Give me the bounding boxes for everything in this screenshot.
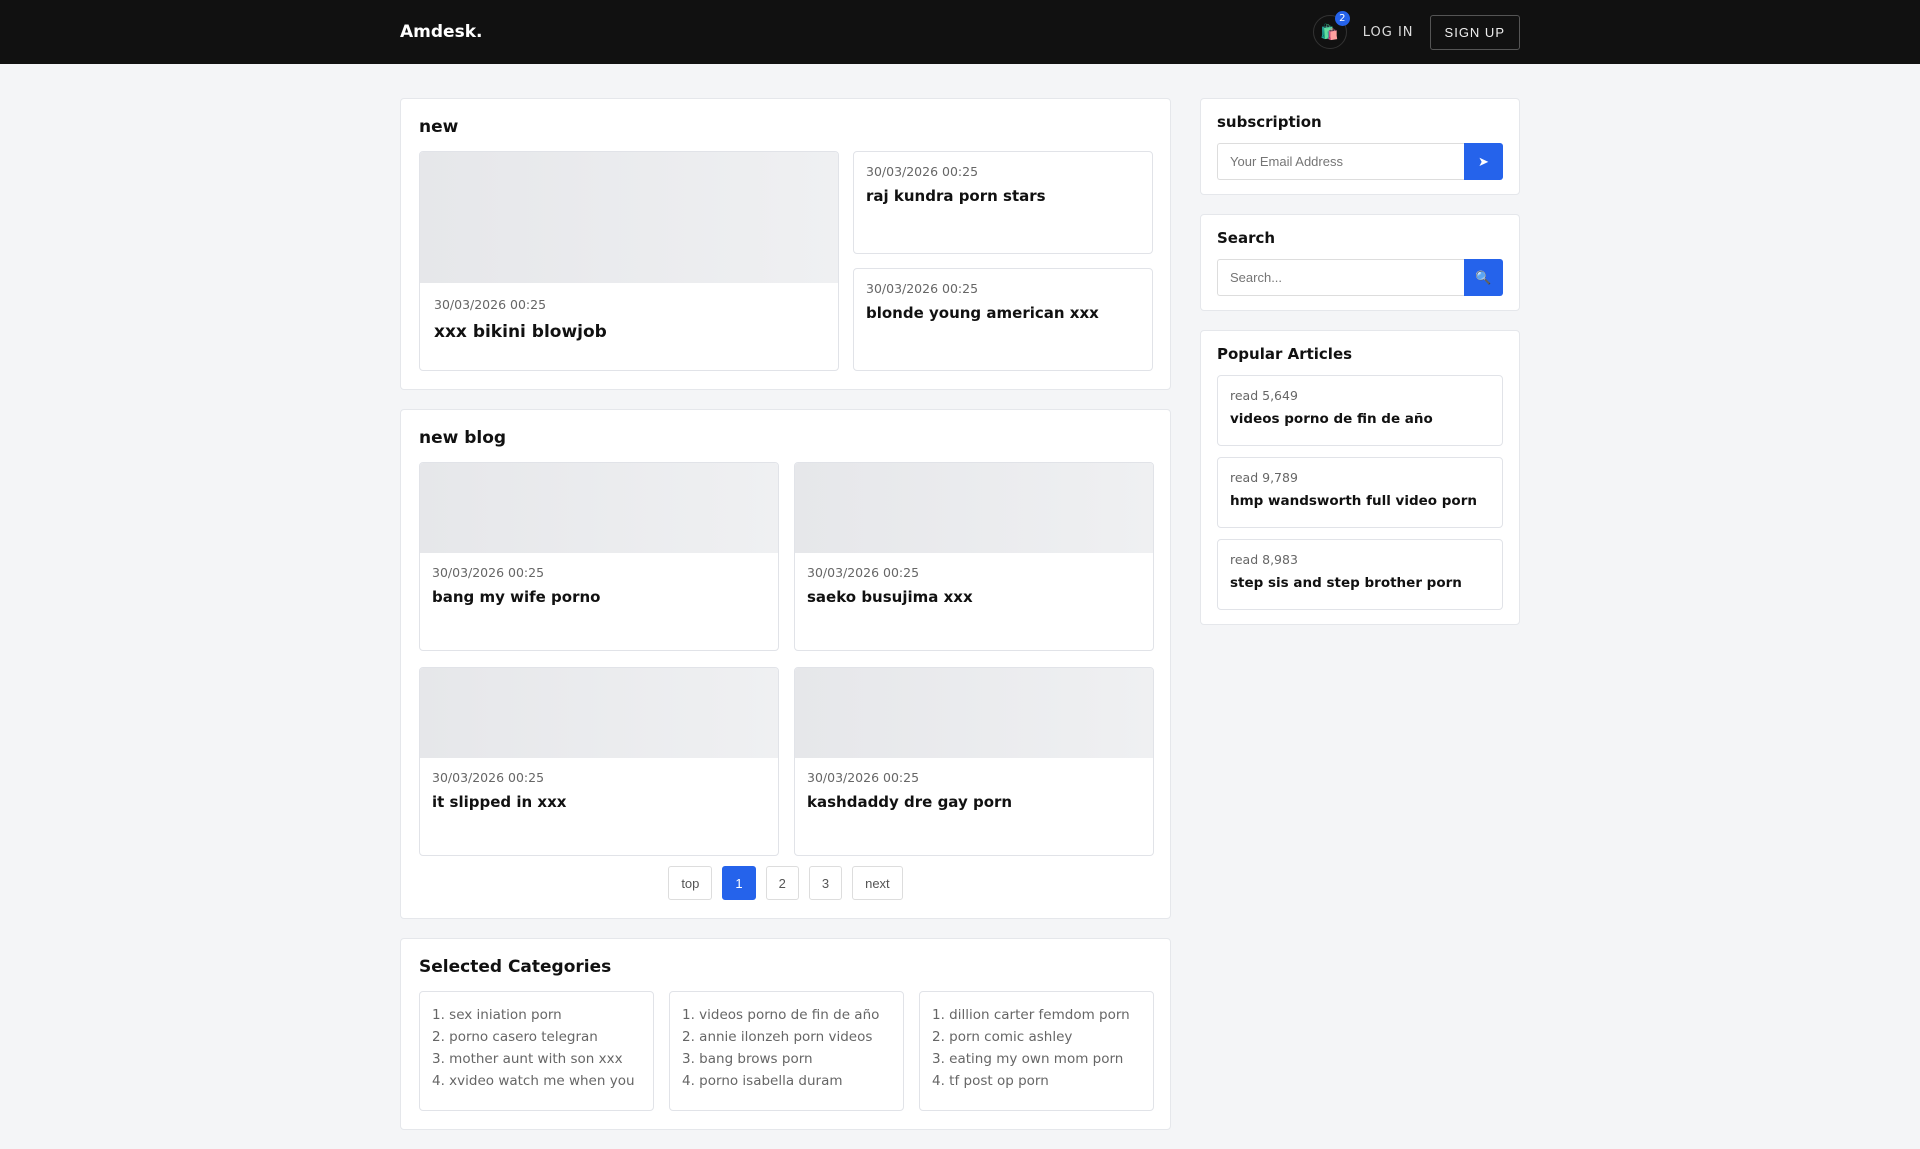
article-title[interactable]: hmp wandsworth full video porn <box>1230 493 1490 509</box>
post-thumbnail <box>795 463 1153 553</box>
blog-card[interactable]: 30/03/2026 00:25 kashdaddy dre gay porn <box>794 667 1154 856</box>
category-link[interactable]: 3. eating my own mom porn <box>932 1048 1141 1070</box>
category-link[interactable]: 3. bang brows porn <box>682 1048 891 1070</box>
post-date: 30/03/2026 00:25 <box>866 164 979 179</box>
section-title: new <box>419 117 459 137</box>
post-title[interactable]: saeko busujima xxx <box>807 588 1141 606</box>
post-title[interactable]: blonde young american xxx <box>866 304 1140 322</box>
post-thumbnail <box>420 152 838 283</box>
article-title[interactable]: videos porno de fin de año <box>1230 411 1490 427</box>
category-link[interactable]: 2. annie ilonzeh porn videos <box>682 1026 891 1048</box>
post-date: 30/03/2026 00:25 <box>807 565 920 580</box>
section-title: Selected Categories <box>419 957 612 977</box>
search-button[interactable]: 🔍 <box>1464 259 1503 296</box>
category-link[interactable]: 3. mother aunt with son xxx <box>432 1048 641 1070</box>
popular-article[interactable]: read 8,983 step sis and step brother porn <box>1217 539 1503 610</box>
new-section: new 30/03/2026 00:25 xxx bikini blowjob 3… <box>400 98 1171 390</box>
post-date: 30/03/2026 00:25 <box>866 281 979 296</box>
category-list: 1. dillion carter femdom porn 2. porn com… <box>919 991 1154 1111</box>
category-link[interactable]: 4. xvideo watch me when you <box>432 1070 641 1092</box>
post-thumbnail <box>420 668 778 758</box>
post-date: 30/03/2026 00:25 <box>432 770 545 785</box>
post-title[interactable]: kashdaddy dre gay porn <box>807 793 1141 811</box>
new-blog-section: new blog 30/03/2026 00:25 bang my wife po… <box>400 409 1171 919</box>
category-link[interactable]: 4. tf post op porn <box>932 1070 1141 1092</box>
cart-button[interactable]: 🛍️ 2 <box>1312 11 1350 49</box>
blog-card[interactable]: 30/03/2026 00:25 bang my wife porno <box>419 462 779 651</box>
blog-card[interactable]: 30/03/2026 00:25 saeko busujima xxx <box>794 462 1154 651</box>
category-list: 1. sex iniation porn 2. porno casero tele… <box>419 991 654 1111</box>
section-title: new blog <box>419 428 507 448</box>
category-link[interactable]: 2. porno casero telegran <box>432 1026 641 1048</box>
post-title[interactable]: it slipped in xxx <box>432 793 766 811</box>
subscription-widget: subscription ➤ <box>1200 98 1520 195</box>
top-nav: Amdesk. 🛍️ 2 LOG IN SIGN UP <box>0 0 1920 64</box>
widget-title: Popular Articles <box>1217 345 1353 363</box>
category-link[interactable]: 2. porn comic ashley <box>932 1026 1141 1048</box>
signup-button[interactable]: SIGN UP <box>1429 14 1520 50</box>
post-thumbnail <box>420 463 778 553</box>
categories-section: Selected Categories 1. sex iniation porn… <box>400 938 1171 1130</box>
post-date: 30/03/2026 00:25 <box>807 770 920 785</box>
category-link[interactable]: 4. porno isabella duram <box>682 1070 891 1092</box>
read-count: read 8,983 <box>1230 552 1298 567</box>
widget-title: Search <box>1217 229 1276 247</box>
article-title[interactable]: step sis and step brother porn <box>1230 575 1490 591</box>
page-1[interactable]: 1 <box>722 866 756 900</box>
logo[interactable]: Amdesk. <box>400 22 482 42</box>
post-title[interactable]: bang my wife porno <box>432 588 766 606</box>
blog-card[interactable]: 30/03/2026 00:25 it slipped in xxx <box>419 667 779 856</box>
popular-article[interactable]: read 9,789 hmp wandsworth full video porn <box>1217 457 1503 528</box>
page-top[interactable]: top <box>668 866 713 900</box>
search-input[interactable] <box>1217 259 1464 296</box>
shopping-bag-icon: 🛍️ <box>1320 23 1340 41</box>
search-widget: Search 🔍 <box>1200 214 1520 311</box>
read-count: read 9,789 <box>1230 470 1298 485</box>
cart-badge: 2 <box>1334 11 1350 26</box>
category-link[interactable]: 1. dillion carter femdom porn <box>932 1004 1141 1026</box>
category-link[interactable]: 1. sex iniation porn <box>432 1004 641 1026</box>
post-card[interactable]: 30/03/2026 00:25 raj kundra porn stars <box>853 151 1153 254</box>
post-title[interactable]: raj kundra porn stars <box>866 187 1140 205</box>
post-title[interactable]: xxx bikini blowjob <box>434 322 824 342</box>
send-icon: ➤ <box>1478 153 1489 169</box>
popular-article[interactable]: read 5,649 videos porno de fin de año <box>1217 375 1503 446</box>
widget-title: subscription <box>1217 113 1322 131</box>
post-card[interactable]: 30/03/2026 00:25 blonde young american xx… <box>853 268 1153 371</box>
category-link[interactable]: 1. videos porno de fin de año <box>682 1004 891 1026</box>
post-date: 30/03/2026 00:25 <box>434 297 547 312</box>
popular-articles-widget: Popular Articles read 5,649 videos porno … <box>1200 330 1520 625</box>
page-3[interactable]: 3 <box>808 866 843 900</box>
post-date: 30/03/2026 00:25 <box>432 565 545 580</box>
login-link[interactable]: LOG IN <box>1363 25 1414 40</box>
category-list: 1. videos porno de fin de año 2. annie il… <box>669 991 904 1111</box>
page-2[interactable]: 2 <box>765 866 799 900</box>
subscribe-button[interactable]: ➤ <box>1464 143 1503 180</box>
featured-post[interactable]: 30/03/2026 00:25 xxx bikini blowjob <box>419 151 839 371</box>
page-next[interactable]: next <box>852 866 903 900</box>
pagination: top 1 2 3 next <box>419 866 1152 900</box>
email-input[interactable] <box>1217 143 1464 180</box>
read-count: read 5,649 <box>1230 388 1298 403</box>
post-thumbnail <box>795 668 1153 758</box>
search-icon: 🔍 <box>1475 269 1492 285</box>
